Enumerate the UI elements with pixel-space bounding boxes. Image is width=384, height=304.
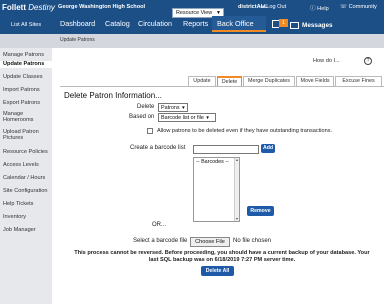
logout-link[interactable]: ⇥ Log Out — [260, 4, 286, 10]
community-icon: ☏ — [340, 4, 347, 10]
flag-icon[interactable] — [272, 20, 279, 28]
barcodes-scrollbar[interactable]: ▲ ▼ — [234, 158, 239, 221]
tab-divider — [60, 86, 384, 87]
scroll-up-icon[interactable]: ▲ — [235, 158, 239, 162]
backup-warning: This process cannot be reversed. Before … — [60, 250, 384, 264]
based-on-value: Barcode list or file — [161, 115, 204, 121]
nav-back-office-label: Back Office — [217, 19, 254, 28]
tab-excuse-fines[interactable]: Excuse Fines — [335, 76, 382, 86]
how-do-i-link[interactable]: How do I... — [313, 58, 340, 64]
sidebar-item-job-manager[interactable]: Job Manager — [0, 227, 52, 234]
school-name: George Washington High School — [58, 4, 146, 10]
section-title: Delete Patron Information... — [64, 91, 162, 100]
help-circle-icon[interactable]: ? — [364, 57, 372, 65]
brand-name: Follett — [2, 3, 26, 12]
list-all-sites-link[interactable]: List All Sites — [11, 22, 41, 28]
sidebar-item-manage-homerooms-line2[interactable]: Homerooms — [0, 117, 52, 124]
chevron-down-icon: ▼ — [181, 105, 186, 110]
messages-link[interactable]: Messages — [302, 22, 333, 29]
choose-file-button[interactable]: Choose File — [190, 237, 230, 247]
sidebar-item-site-configuration[interactable]: Site Configuration — [0, 188, 52, 195]
community-link[interactable]: ☏ Community — [340, 4, 377, 10]
barcode-input[interactable] — [193, 145, 259, 154]
help-link[interactable]: ⓘ Help — [310, 4, 329, 12]
nav-catalog[interactable]: Catalog — [105, 19, 130, 28]
page-title: Update Patrons — [60, 37, 95, 43]
delete-label: Delete — [137, 104, 155, 110]
based-on-label: Based on — [129, 114, 155, 120]
tab-delete[interactable]: Delete — [217, 76, 242, 86]
help-label: Help — [317, 6, 329, 12]
allow-outstanding-label: Allow patrons to be deleted even if they… — [157, 128, 333, 134]
sidebar-item-manage-patrons[interactable]: Manage Patrons — [0, 52, 52, 59]
sidebar-item-inventory[interactable]: Inventory — [0, 214, 52, 221]
chevron-down-icon: ▼ — [205, 115, 210, 120]
sidebar: Manage Patrons Update Patrons Update Cla… — [0, 48, 52, 304]
top-bar: Follett Destiny George Washington High S… — [0, 0, 384, 34]
sidebar-item-update-patrons[interactable]: Update Patrons — [0, 61, 52, 68]
resource-view-value: Resource View — [176, 10, 213, 16]
nav-reports[interactable]: Reports — [183, 19, 208, 28]
scroll-down-icon[interactable]: ▼ — [235, 217, 239, 221]
add-button[interactable]: Add — [261, 144, 275, 153]
delete-type-select[interactable]: Patrons ▼ — [158, 103, 188, 112]
tab-move-fields[interactable]: Move Fields — [296, 76, 334, 86]
nav-back-office[interactable]: Back Office — [212, 16, 266, 32]
sidebar-item-upload-patron-pictures-line2[interactable]: Pictures — [0, 135, 52, 142]
nav-circulation[interactable]: Circulation — [138, 19, 172, 28]
sidebar-item-calendar-hours[interactable]: Calendar / Hours — [0, 175, 52, 182]
backup-warning-line1: This process cannot be reversed. Before … — [74, 250, 370, 256]
remove-button[interactable]: Remove — [247, 206, 274, 216]
sidebar-item-update-classes[interactable]: Update Classes — [0, 74, 52, 81]
help-icon: ⓘ — [310, 6, 316, 12]
logout-icon: ⇥ — [260, 4, 265, 10]
sidebar-item-import-patrons[interactable]: Import Patrons — [0, 87, 52, 94]
allow-outstanding-checkbox[interactable] — [147, 128, 153, 134]
or-label: OR... — [152, 222, 167, 228]
sidebar-item-help-tickets[interactable]: Help Tickets — [0, 201, 52, 208]
sidebar-item-resource-policies[interactable]: Resource Policies — [0, 149, 52, 156]
page-header: Update Patrons — [0, 34, 384, 48]
sidebar-item-export-patrons[interactable]: Export Patrons — [0, 100, 52, 107]
notification-badge[interactable]: 1 — [279, 19, 288, 27]
based-on-select[interactable]: Barcode list or file ▼ — [158, 113, 216, 122]
tab-update[interactable]: Update — [188, 76, 216, 86]
brand-product: Destiny — [28, 3, 55, 12]
follett-destiny-logo[interactable]: Follett Destiny — [2, 3, 55, 12]
nav-dashboard[interactable]: Dashboard — [60, 19, 95, 28]
select-file-label: Select a barcode file — [133, 238, 188, 244]
tab-merge-duplicates[interactable]: Merge Duplicates — [243, 76, 295, 86]
logout-label: Log Out — [266, 4, 287, 10]
delete-type-value: Patrons — [161, 105, 180, 111]
delete-all-button[interactable]: Delete All — [201, 266, 234, 276]
create-barcode-label: Create a barcode list — [130, 145, 186, 151]
community-label: Community — [348, 4, 377, 10]
barcodes-placeholder-option[interactable]: -- Barcodes -- — [196, 159, 229, 165]
no-file-chosen-text: No file chosen — [233, 238, 272, 244]
backup-warning-line2: last SQL backup was on 6/18/2019 7:27 PM… — [148, 257, 296, 263]
mail-icon[interactable] — [290, 22, 299, 29]
barcodes-list[interactable]: -- Barcodes -- ▲ ▼ — [193, 157, 240, 222]
sidebar-item-access-levels[interactable]: Access Levels — [0, 162, 52, 169]
